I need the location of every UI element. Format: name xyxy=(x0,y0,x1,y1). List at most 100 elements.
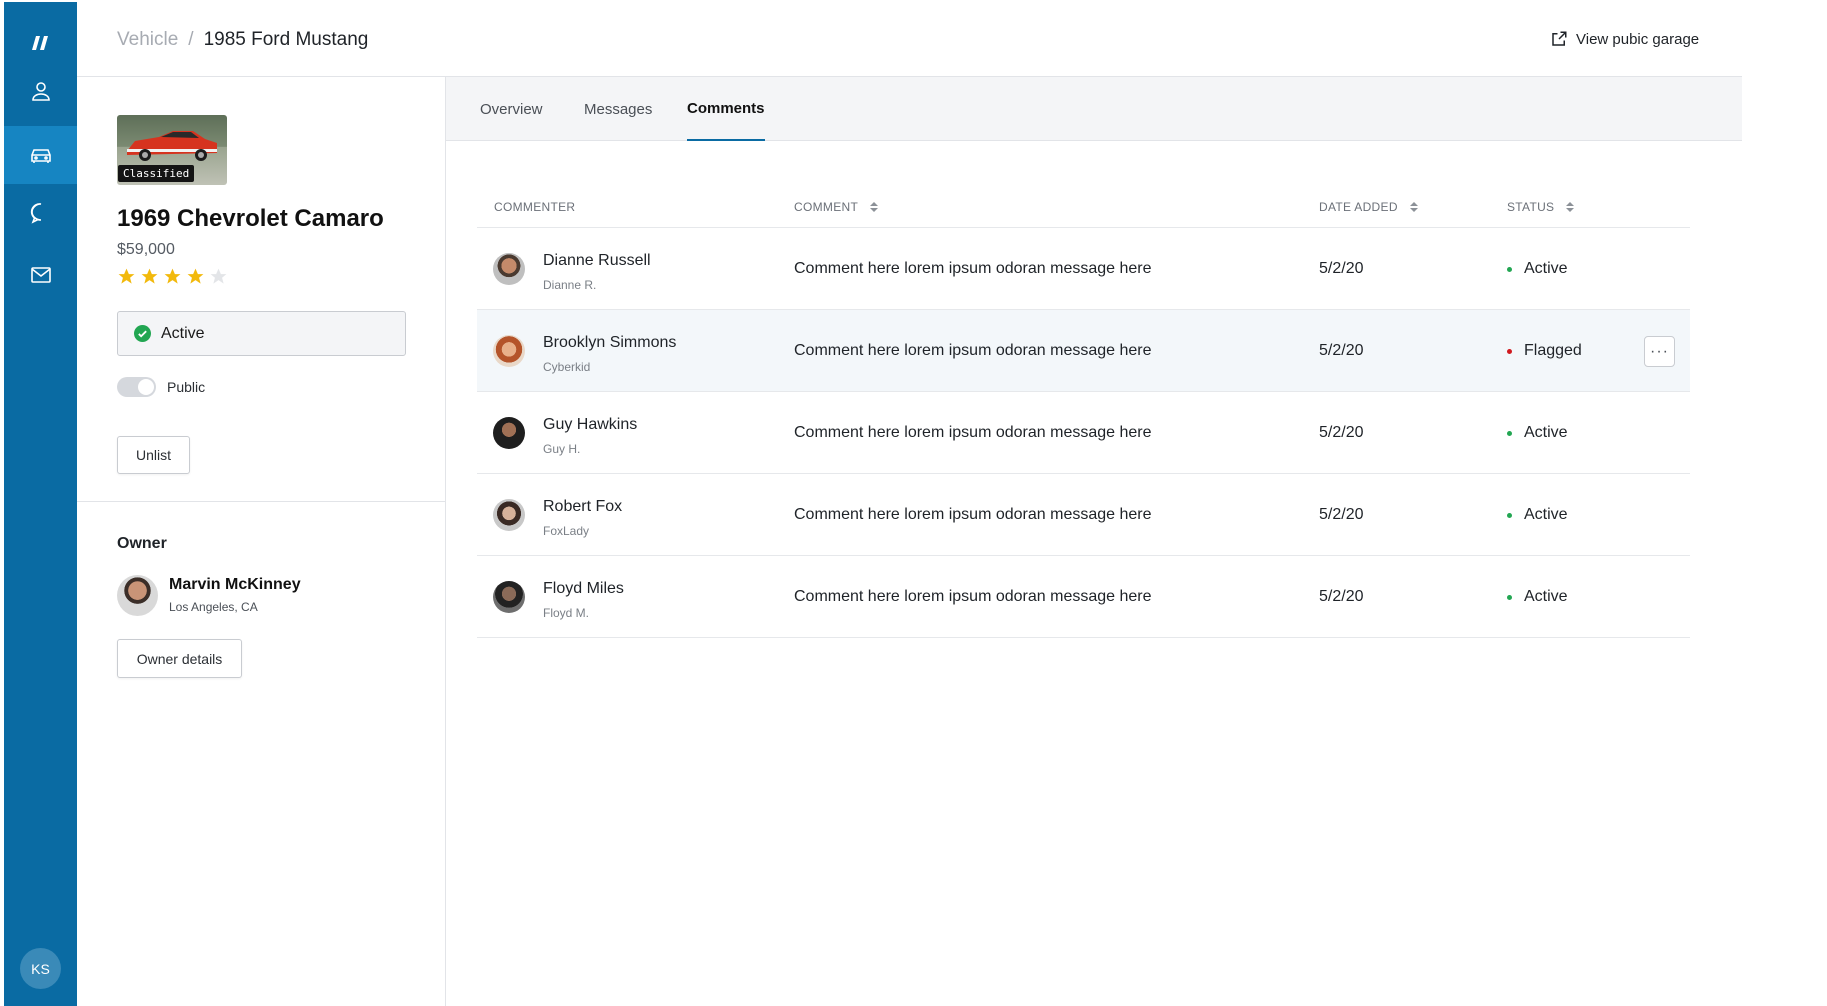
nav-item-vehicles[interactable] xyxy=(4,126,77,184)
status-label: Active xyxy=(1524,588,1568,605)
user-avatar[interactable]: KS xyxy=(20,948,61,989)
status-cell: Active xyxy=(1507,424,1568,442)
commenter-avatar xyxy=(493,253,525,285)
comment-text: Comment here lorem ipsum odoran message … xyxy=(794,342,1152,359)
star-filled-icon xyxy=(118,268,135,284)
classified-badge: Classified xyxy=(118,165,195,182)
status-cell: Active xyxy=(1507,506,1568,524)
owner-name: Marvin McKinney xyxy=(169,576,301,593)
breadcrumb-separator: / xyxy=(188,29,194,50)
car-photo-icon xyxy=(127,131,217,161)
status-label: Active xyxy=(1524,260,1568,277)
nav-rail: KS xyxy=(4,2,77,1006)
unlist-button[interactable]: Unlist xyxy=(117,436,190,474)
status-label: Active xyxy=(1524,506,1568,523)
vehicle-thumbnail[interactable]: Classified xyxy=(117,115,227,185)
row-more-button[interactable]: ··· xyxy=(1644,336,1675,367)
status-label: Flagged xyxy=(1524,342,1582,359)
star-filled-icon xyxy=(187,268,204,284)
commenter-avatar xyxy=(493,581,525,613)
nav-item-chat[interactable] xyxy=(4,184,77,242)
commenter-avatar xyxy=(493,335,525,367)
status-cell: Active xyxy=(1507,260,1568,278)
comment-text: Comment here lorem ipsum odoran message … xyxy=(794,424,1152,441)
vehicle-price: $59,000 xyxy=(117,241,175,258)
col-commenter-label: COMMENTER xyxy=(494,200,576,214)
app-root: KS Vehicle / 1985 Ford Mustang View pubi… xyxy=(0,0,1827,1006)
owner-location: Los Angeles, CA xyxy=(169,600,258,614)
public-toggle[interactable] xyxy=(117,377,156,397)
date-added: 5/2/20 xyxy=(1319,588,1364,605)
mail-icon xyxy=(30,267,51,283)
status-select[interactable]: Active xyxy=(117,311,406,356)
col-comment[interactable]: COMMENT xyxy=(794,200,879,214)
table-body: Dianne Russell Dianne R. Comment here lore… xyxy=(477,228,1690,638)
breadcrumb-current: 1985 Ford Mustang xyxy=(203,29,369,50)
sort-icon[interactable] xyxy=(1409,202,1418,212)
commenter-handle: Cyberkid xyxy=(543,360,591,374)
panel-divider xyxy=(77,501,445,502)
status-dot-icon xyxy=(1507,512,1512,518)
visibility-row: Public xyxy=(117,377,205,397)
status-dot-icon xyxy=(1507,266,1512,272)
owner-avatar[interactable] xyxy=(117,575,158,616)
nav-item-users[interactable] xyxy=(4,62,77,120)
view-public-garage-label: View pubic garage xyxy=(1576,30,1700,48)
commenter-name: Guy Hawkins xyxy=(543,416,638,433)
view-public-garage-link[interactable]: View pubic garage xyxy=(1550,30,1699,48)
table-row[interactable]: Robert Fox FoxLady Comment here lorem ipsu… xyxy=(477,474,1690,556)
breadcrumb: Vehicle / 1985 Ford Mustang xyxy=(117,29,368,51)
page-header: Vehicle / 1985 Ford Mustang View pubic g… xyxy=(77,0,1742,77)
nav-item-mail[interactable] xyxy=(4,246,77,304)
tab-overview[interactable]: Overview xyxy=(480,77,543,141)
status-select-value: Active xyxy=(161,324,205,342)
external-link-icon xyxy=(1552,31,1567,46)
col-commenter: COMMENTER xyxy=(494,200,575,214)
car-icon xyxy=(30,149,51,163)
star-empty-icon xyxy=(210,268,227,284)
table-row[interactable]: Guy Hawkins Guy H. Comment here lorem ipsu… xyxy=(477,392,1690,474)
col-date-added-label: DATE ADDED xyxy=(1319,200,1398,214)
col-date-added[interactable]: DATE ADDED xyxy=(1319,200,1418,214)
table-row[interactable]: Brooklyn Simmons Cyberkid Comment here lor… xyxy=(477,310,1690,392)
commenter-avatar xyxy=(493,417,525,449)
commenter-handle: Floyd M. xyxy=(543,606,590,620)
comment-text: Comment here lorem ipsum odoran message … xyxy=(794,588,1152,605)
tab-messages[interactable]: Messages xyxy=(584,77,652,141)
tabs-bar: Overview Messages Comments xyxy=(446,77,1742,141)
commenter-name: Brooklyn Simmons xyxy=(543,334,677,351)
comment-text: Comment here lorem ipsum odoran message … xyxy=(794,506,1152,523)
date-added: 5/2/20 xyxy=(1319,424,1364,441)
vehicle-panel: Classified 1969 Chevrolet Camaro $59,000… xyxy=(77,77,446,1006)
brand-logo-icon xyxy=(31,36,48,50)
table-row[interactable]: Dianne Russell Dianne R. Comment here lore… xyxy=(477,228,1690,310)
date-added: 5/2/20 xyxy=(1319,342,1364,359)
status-dot-icon xyxy=(1507,594,1512,600)
check-circle-icon xyxy=(134,325,151,342)
commenter-handle: FoxLady xyxy=(543,524,590,538)
commenter-name: Dianne Russell xyxy=(543,252,651,269)
table-row[interactable]: Floyd Miles Floyd M. Comment here lorem ip… xyxy=(477,556,1690,638)
rating-stars xyxy=(117,267,228,286)
breadcrumb-parent[interactable]: Vehicle xyxy=(117,29,178,51)
sort-icon[interactable] xyxy=(1566,202,1575,212)
date-added: 5/2/20 xyxy=(1319,260,1364,277)
user-icon xyxy=(31,82,50,101)
status-cell: Flagged xyxy=(1507,342,1582,360)
owner-details-button[interactable]: Owner details xyxy=(117,639,242,678)
sort-icon[interactable] xyxy=(870,202,879,212)
status-dot-icon xyxy=(1507,348,1512,354)
comment-text: Comment here lorem ipsum odoran message … xyxy=(794,260,1152,277)
owner-heading: Owner xyxy=(117,535,167,552)
vehicle-title: 1969 Chevrolet Camaro xyxy=(117,205,384,232)
col-status-label: STATUS xyxy=(1507,200,1555,214)
col-status[interactable]: STATUS xyxy=(1507,200,1575,214)
col-comment-label: COMMENT xyxy=(794,200,859,214)
commenter-handle: Guy H. xyxy=(543,442,581,456)
commenter-avatar xyxy=(493,499,525,531)
tab-comments[interactable]: Comments xyxy=(687,77,765,141)
star-filled-icon xyxy=(164,268,181,284)
date-added: 5/2/20 xyxy=(1319,506,1364,523)
status-dot-icon xyxy=(1507,430,1512,436)
public-toggle-label: Public xyxy=(167,379,206,395)
